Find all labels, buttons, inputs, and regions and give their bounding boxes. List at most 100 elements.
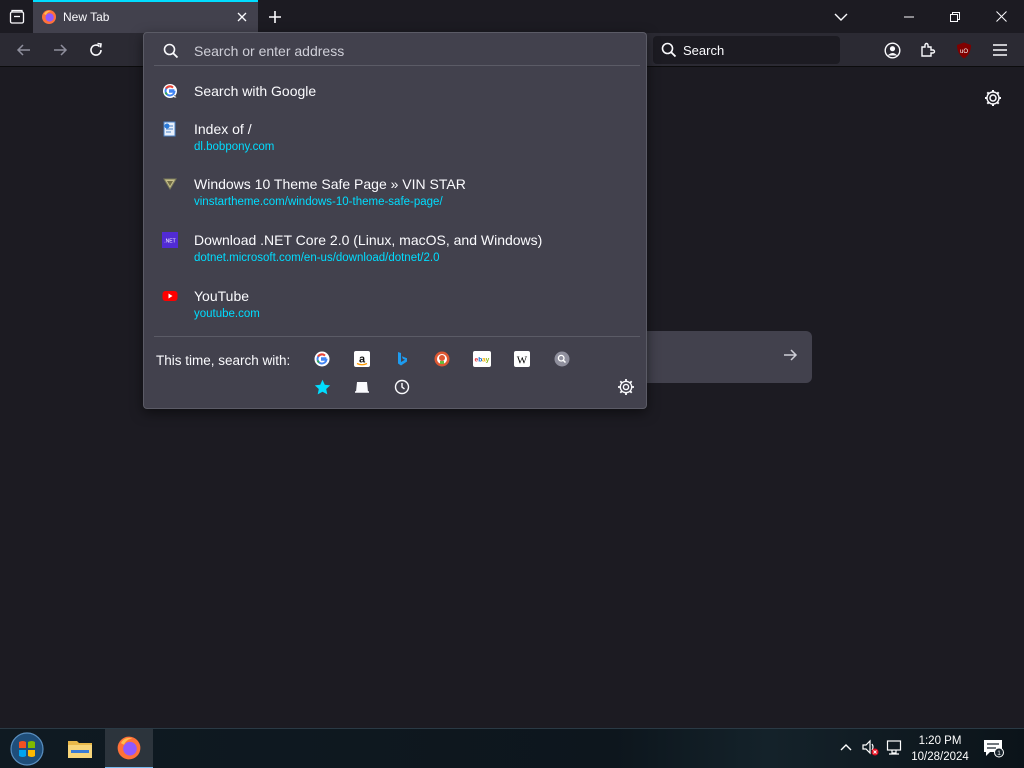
urlbar xyxy=(154,36,640,66)
engine-duckduckgo-button[interactable] xyxy=(433,350,451,368)
search-bar[interactable]: Search xyxy=(653,36,840,64)
one-off-search-label: This time, search with: xyxy=(156,353,291,368)
engine-wikipedia-button[interactable]: W xyxy=(513,350,531,368)
engine-bing-button[interactable] xyxy=(393,350,411,368)
urlbar-dropdown: Search with Google Index of / dl.bobpony… xyxy=(143,32,647,409)
search-bookmarks-button[interactable] xyxy=(313,378,331,396)
youtube-icon xyxy=(162,291,178,301)
result-item[interactable]: Index of / dl.bobpony.com xyxy=(152,121,640,159)
tab-title: New Tab xyxy=(63,10,110,24)
arrow-left-icon xyxy=(16,44,30,56)
search-icon xyxy=(163,43,179,59)
result-url: youtube.com xyxy=(194,308,260,320)
chevron-up-icon xyxy=(840,744,852,751)
google-icon xyxy=(163,84,178,99)
dotnet-icon: .NET xyxy=(162,232,178,248)
minimize-button[interactable] xyxy=(886,0,932,33)
search-history-button[interactable] xyxy=(393,378,411,396)
result-title: Search with Google xyxy=(194,83,317,99)
search-settings-button[interactable] xyxy=(617,378,635,401)
tab-close-button[interactable] xyxy=(234,8,250,26)
history-icon xyxy=(394,379,410,395)
svg-text:y: y xyxy=(486,357,490,364)
vinstar-icon xyxy=(163,178,177,190)
engine-amazon-button[interactable]: a xyxy=(353,350,371,368)
google-icon xyxy=(314,351,330,367)
result-title: Windows 10 Theme Safe Page » VIN STAR xyxy=(194,176,466,192)
page-icon xyxy=(163,121,176,137)
taskbar: 1:20 PM 10/28/2024 1 xyxy=(0,728,1024,768)
clock-date: 10/28/2024 xyxy=(911,751,969,763)
firefox-icon xyxy=(117,736,141,760)
result-title: Download .NET Core 2.0 (Linux, macOS, an… xyxy=(194,232,543,248)
engine-ebay-button[interactable]: ebay xyxy=(473,350,491,368)
network-button[interactable] xyxy=(886,739,904,762)
taskbar-clock[interactable]: 1:20 PM 10/28/2024 xyxy=(905,733,975,765)
back-button[interactable] xyxy=(10,36,38,64)
volume-button[interactable] xyxy=(861,739,881,762)
extensions-button[interactable] xyxy=(914,36,942,64)
engine-google-button[interactable] xyxy=(313,350,331,368)
notification-icon: 1 xyxy=(984,740,1004,758)
divider xyxy=(154,336,640,337)
result-url: dotnet.microsoft.com/en-us/download/dotn… xyxy=(194,252,440,264)
arrow-right-icon xyxy=(54,44,68,56)
clock-time: 1:20 PM xyxy=(918,735,962,747)
restore-button[interactable] xyxy=(932,0,978,33)
result-item[interactable]: Windows 10 Theme Safe Page » VIN STAR vi… xyxy=(152,176,640,214)
chevron-down-icon xyxy=(834,13,848,21)
tab-new-tab[interactable]: New Tab xyxy=(33,0,258,33)
windows-orb-icon xyxy=(10,732,44,766)
result-item[interactable]: YouTube youtube.com xyxy=(152,288,640,326)
urlbar-input[interactable] xyxy=(194,40,624,62)
restore-icon xyxy=(950,11,960,22)
show-hidden-icons-button[interactable] xyxy=(838,739,854,760)
search-icon xyxy=(661,42,677,58)
window-close-button[interactable] xyxy=(978,0,1024,33)
plus-icon xyxy=(269,11,281,23)
search-bar-placeholder: Search xyxy=(683,43,725,58)
svg-text:W: W xyxy=(517,355,528,367)
result-search-with-google[interactable]: Search with Google xyxy=(152,83,640,105)
firefox-icon xyxy=(42,10,56,24)
reload-button[interactable] xyxy=(82,36,110,64)
account-icon xyxy=(883,41,901,59)
minimize-icon xyxy=(904,16,914,17)
tab-overflow-button[interactable] xyxy=(818,0,864,33)
volume-muted-icon xyxy=(862,739,879,756)
engine-other-button[interactable] xyxy=(553,350,571,368)
search-tabs-button[interactable] xyxy=(353,378,371,396)
forward-button[interactable] xyxy=(46,36,74,64)
hamburger-icon xyxy=(993,44,1007,56)
list-all-tabs-button[interactable] xyxy=(0,0,33,33)
app-menu-button[interactable] xyxy=(986,36,1014,64)
ublock-shield-icon: uO xyxy=(957,42,971,58)
arrow-right-icon xyxy=(784,349,798,361)
reload-icon xyxy=(90,42,102,56)
svg-text:uO: uO xyxy=(960,49,968,55)
search-engine-icon xyxy=(554,351,570,367)
close-icon xyxy=(237,12,247,22)
gear-icon xyxy=(618,379,634,395)
amazon-icon: a xyxy=(354,351,370,367)
action-center-button[interactable]: 1 xyxy=(982,738,1004,763)
result-item[interactable]: .NET Download .NET Core 2.0 (Linux, macO… xyxy=(152,232,640,270)
account-button[interactable] xyxy=(878,36,906,64)
bookmarks-icon xyxy=(314,379,330,394)
tabs-icon xyxy=(355,382,369,393)
taskbar-firefox[interactable] xyxy=(105,729,153,768)
ublock-origin-button[interactable]: uO xyxy=(950,36,978,64)
bing-icon xyxy=(398,352,407,366)
start-button[interactable] xyxy=(8,731,46,767)
result-title: Index of / xyxy=(194,121,252,137)
taskbar-file-explorer[interactable] xyxy=(56,729,104,768)
network-icon xyxy=(886,740,902,755)
new-tab-button[interactable] xyxy=(262,4,288,30)
result-url: dl.bobpony.com xyxy=(194,141,275,153)
ntp-customize-button[interactable] xyxy=(981,86,1005,110)
tab-tray-icon xyxy=(9,9,24,24)
ebay-icon: ebay xyxy=(473,351,491,367)
notification-count: 1 xyxy=(997,750,1001,757)
puzzle-icon xyxy=(921,42,936,57)
result-title: YouTube xyxy=(194,288,250,304)
